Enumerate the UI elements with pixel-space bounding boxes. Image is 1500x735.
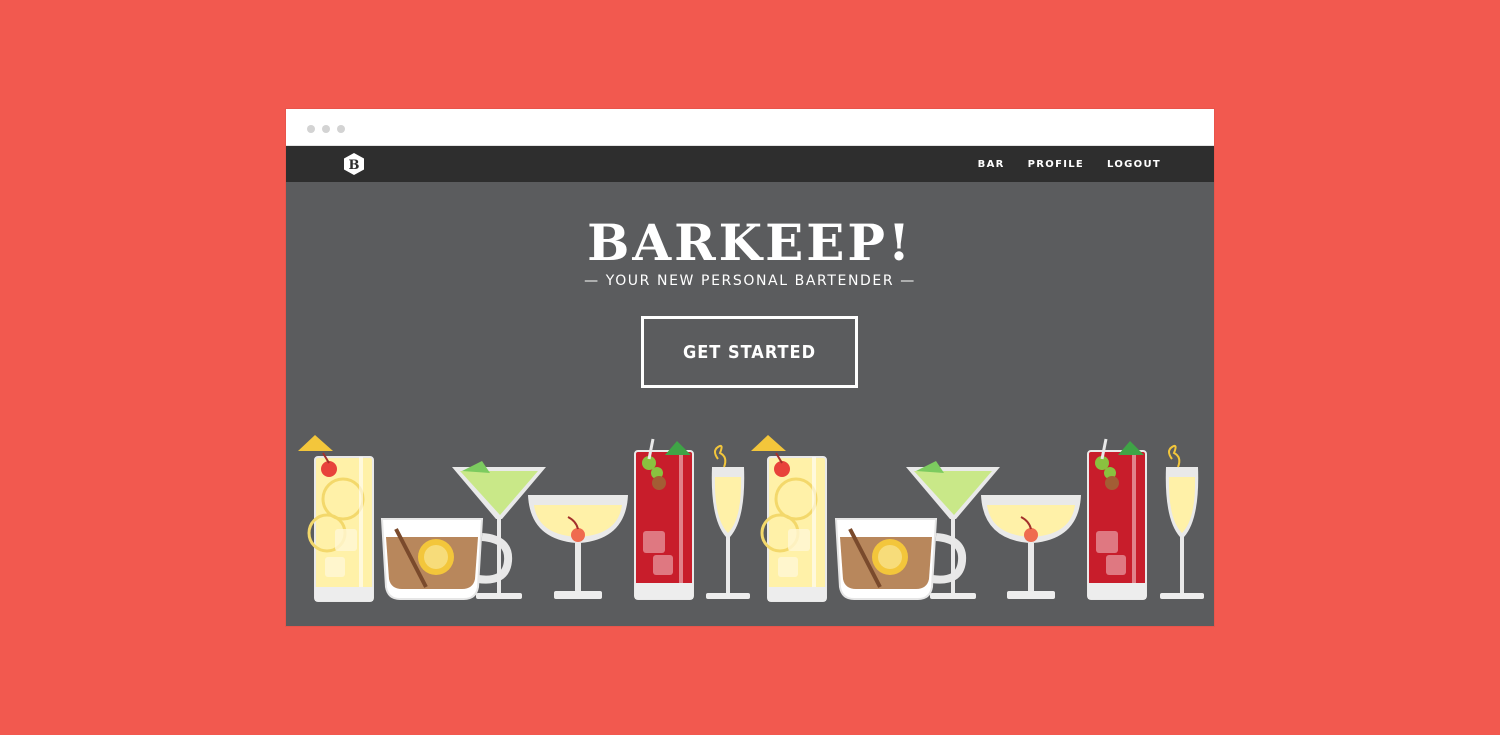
red-cocktail-icon	[1086, 437, 1148, 601]
logo-letter: B	[349, 158, 360, 173]
highball-drink-icon	[296, 433, 375, 603]
window-dot	[307, 125, 315, 133]
coupe-glass-icon	[527, 494, 629, 600]
hot-toddy-mug-icon	[382, 519, 508, 599]
hot-toddy-mug-icon	[836, 519, 962, 599]
highball-drink-icon	[749, 433, 828, 603]
browser-window: B BAR PROFILE LOGOUT BARKEEP! — YOUR NEW…	[286, 109, 1214, 626]
nav-link-profile[interactable]: PROFILE	[1028, 159, 1084, 170]
window-dot	[337, 125, 345, 133]
window-dot	[322, 125, 330, 133]
nav-link-bar[interactable]: BAR	[978, 159, 1005, 170]
hero-title: BARKEEP!	[587, 213, 913, 272]
hero-subtitle: — YOUR NEW PERSONAL BARTENDER —	[584, 273, 916, 289]
browser-chrome	[286, 109, 1214, 146]
red-cocktail-icon	[633, 437, 695, 601]
cocktail-illustration	[296, 433, 1205, 626]
nav-link-logout[interactable]: LOGOUT	[1107, 159, 1161, 170]
champagne-flute-icon	[705, 444, 751, 600]
nav-links: BAR PROFILE LOGOUT	[978, 146, 1161, 182]
coupe-glass-icon	[980, 494, 1082, 600]
get-started-button[interactable]: GET STARTED	[641, 316, 858, 388]
logo-icon[interactable]: B	[342, 152, 366, 176]
navbar: B BAR PROFILE LOGOUT	[286, 146, 1214, 182]
champagne-flute-icon	[1159, 444, 1205, 600]
